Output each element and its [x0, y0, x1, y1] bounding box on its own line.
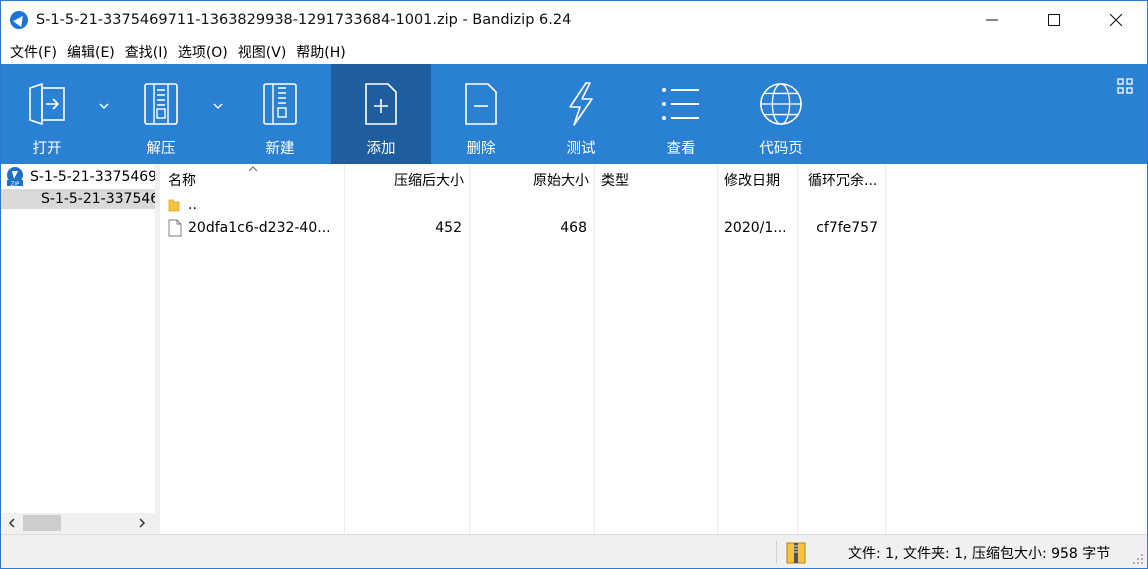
column-header-original-size[interactable]: 原始大小	[475, 164, 589, 196]
open-label: 打开	[32, 141, 62, 157]
bandizip-window: S-1-5-21-3375469711-1363829938-129173368…	[0, 0, 1148, 569]
column-divider[interactable]	[797, 164, 798, 534]
row-original-size: 468	[560, 220, 587, 236]
menu-edit[interactable]: 编辑(E)	[62, 42, 120, 62]
menu-help[interactable]: 帮助(H)	[291, 42, 350, 62]
chevron-down-icon	[96, 98, 112, 114]
table-row[interactable]: ..	[168, 194, 344, 216]
folder-tree: ZIP S-1-5-21-3375469711-1363829938-12917…	[1, 164, 155, 534]
column-divider[interactable]	[344, 164, 345, 534]
window-controls	[961, 1, 1147, 39]
open-icon	[25, 81, 69, 127]
menu-file[interactable]: 文件(F)	[5, 42, 62, 62]
menu-view[interactable]: 视图(V)	[233, 42, 292, 62]
add-icon	[359, 81, 403, 127]
row-compressed-size: 452	[435, 220, 462, 236]
test-label: 测试	[566, 141, 596, 157]
column-header-compressed-size[interactable]: 压缩后大小	[350, 164, 464, 196]
zip-archive-icon: ZIP	[7, 167, 23, 187]
sort-ascending-icon	[248, 166, 258, 172]
extract-icon	[139, 81, 183, 127]
column-header-name[interactable]: 名称	[168, 164, 196, 196]
toolbar: 打开 解压 新建 添加 删除 测试 查看 代码页	[1, 64, 1147, 164]
open-button[interactable]: 打开	[1, 64, 93, 164]
delete-button[interactable]: 删除	[431, 64, 531, 164]
row-crc: cf7fe757	[816, 220, 878, 236]
tree-folder-label: S-1-5-21-3375469711-1363829938-129173368…	[41, 191, 155, 207]
codepage-label: 代码页	[759, 141, 803, 157]
tree-root-label: S-1-5-21-3375469711-1363829938-129173368…	[30, 169, 155, 185]
open-dropdown[interactable]	[93, 64, 115, 164]
new-archive-button[interactable]: 新建	[229, 64, 331, 164]
row-modified-date: 2020/1...	[724, 220, 787, 236]
column-header-modified-date[interactable]: 修改日期	[724, 164, 780, 196]
extract-label: 解压	[146, 141, 176, 157]
add-label: 添加	[366, 141, 396, 157]
bandizip-logo-icon	[10, 11, 28, 29]
archive-status-icon	[786, 542, 806, 564]
extract-dropdown[interactable]	[207, 64, 229, 164]
menu-options[interactable]: 选项(O)	[173, 42, 233, 62]
column-divider[interactable]	[469, 164, 470, 534]
add-button[interactable]: 添加	[331, 64, 431, 164]
minimize-button[interactable]	[961, 1, 1023, 39]
file-list: 名称 压缩后大小 原始大小 类型 修改日期 循环冗余... .. 20dfa1c…	[160, 164, 1147, 534]
svg-text:ZIP: ZIP	[11, 181, 20, 187]
close-button[interactable]	[1085, 1, 1147, 39]
maximize-icon	[1048, 14, 1060, 26]
test-icon	[559, 81, 603, 127]
close-icon	[1110, 14, 1122, 26]
tree-item-archive-root[interactable]: ZIP S-1-5-21-3375469711-1363829938-12917…	[5, 167, 155, 187]
layout-toggle-icon[interactable]	[1117, 78, 1133, 94]
delete-label: 删除	[466, 141, 496, 157]
tree-item-folder[interactable]: S-1-5-21-3375469711-1363829938-129173368…	[1, 189, 155, 209]
column-divider[interactable]	[717, 164, 718, 534]
minimize-icon	[986, 19, 998, 21]
column-divider[interactable]	[885, 164, 886, 534]
test-button[interactable]: 测试	[531, 64, 631, 164]
window-title: S-1-5-21-3375469711-1363829938-129173368…	[36, 12, 572, 28]
row-name: 20dfa1c6-d232-40...	[188, 220, 331, 236]
menu-bar: 文件(F) 编辑(E) 查找(I) 选项(O) 视图(V) 帮助(H)	[1, 39, 1147, 64]
folder-icon	[168, 199, 180, 212]
maximize-button[interactable]	[1023, 1, 1085, 39]
view-icon	[659, 81, 703, 127]
status-text: 文件: 1, 文件夹: 1, 压缩包大小: 958 字节	[848, 546, 1111, 562]
codepage-button[interactable]: 代码页	[731, 64, 831, 164]
scrollbar-thumb[interactable]	[23, 515, 61, 531]
new-archive-label: 新建	[265, 141, 295, 157]
title-bar: S-1-5-21-3375469711-1363829938-129173368…	[1, 1, 1147, 39]
row-name: ..	[188, 197, 197, 213]
tree-horizontal-scrollbar[interactable]	[1, 513, 155, 534]
column-header-crc[interactable]: 循环冗余...	[808, 164, 877, 196]
menu-find[interactable]: 查找(I)	[120, 42, 173, 62]
status-bar: 文件: 1, 文件夹: 1, 压缩包大小: 958 字节	[1, 534, 1147, 568]
file-icon	[168, 219, 182, 237]
codepage-icon	[759, 81, 803, 127]
status-divider	[776, 541, 777, 563]
chevron-down-icon	[210, 98, 226, 114]
column-header-type[interactable]: 类型	[601, 164, 629, 196]
delete-icon	[459, 81, 503, 127]
scroll-right-icon[interactable]	[135, 516, 149, 530]
new-archive-icon	[258, 81, 302, 127]
resize-grip-icon[interactable]	[1132, 553, 1144, 565]
view-button[interactable]: 查看	[631, 64, 731, 164]
extract-button[interactable]: 解压	[115, 64, 207, 164]
view-label: 查看	[666, 141, 696, 157]
column-divider[interactable]	[594, 164, 595, 534]
table-row[interactable]: 20dfa1c6-d232-40...	[168, 217, 344, 239]
scroll-left-icon[interactable]	[5, 516, 19, 530]
